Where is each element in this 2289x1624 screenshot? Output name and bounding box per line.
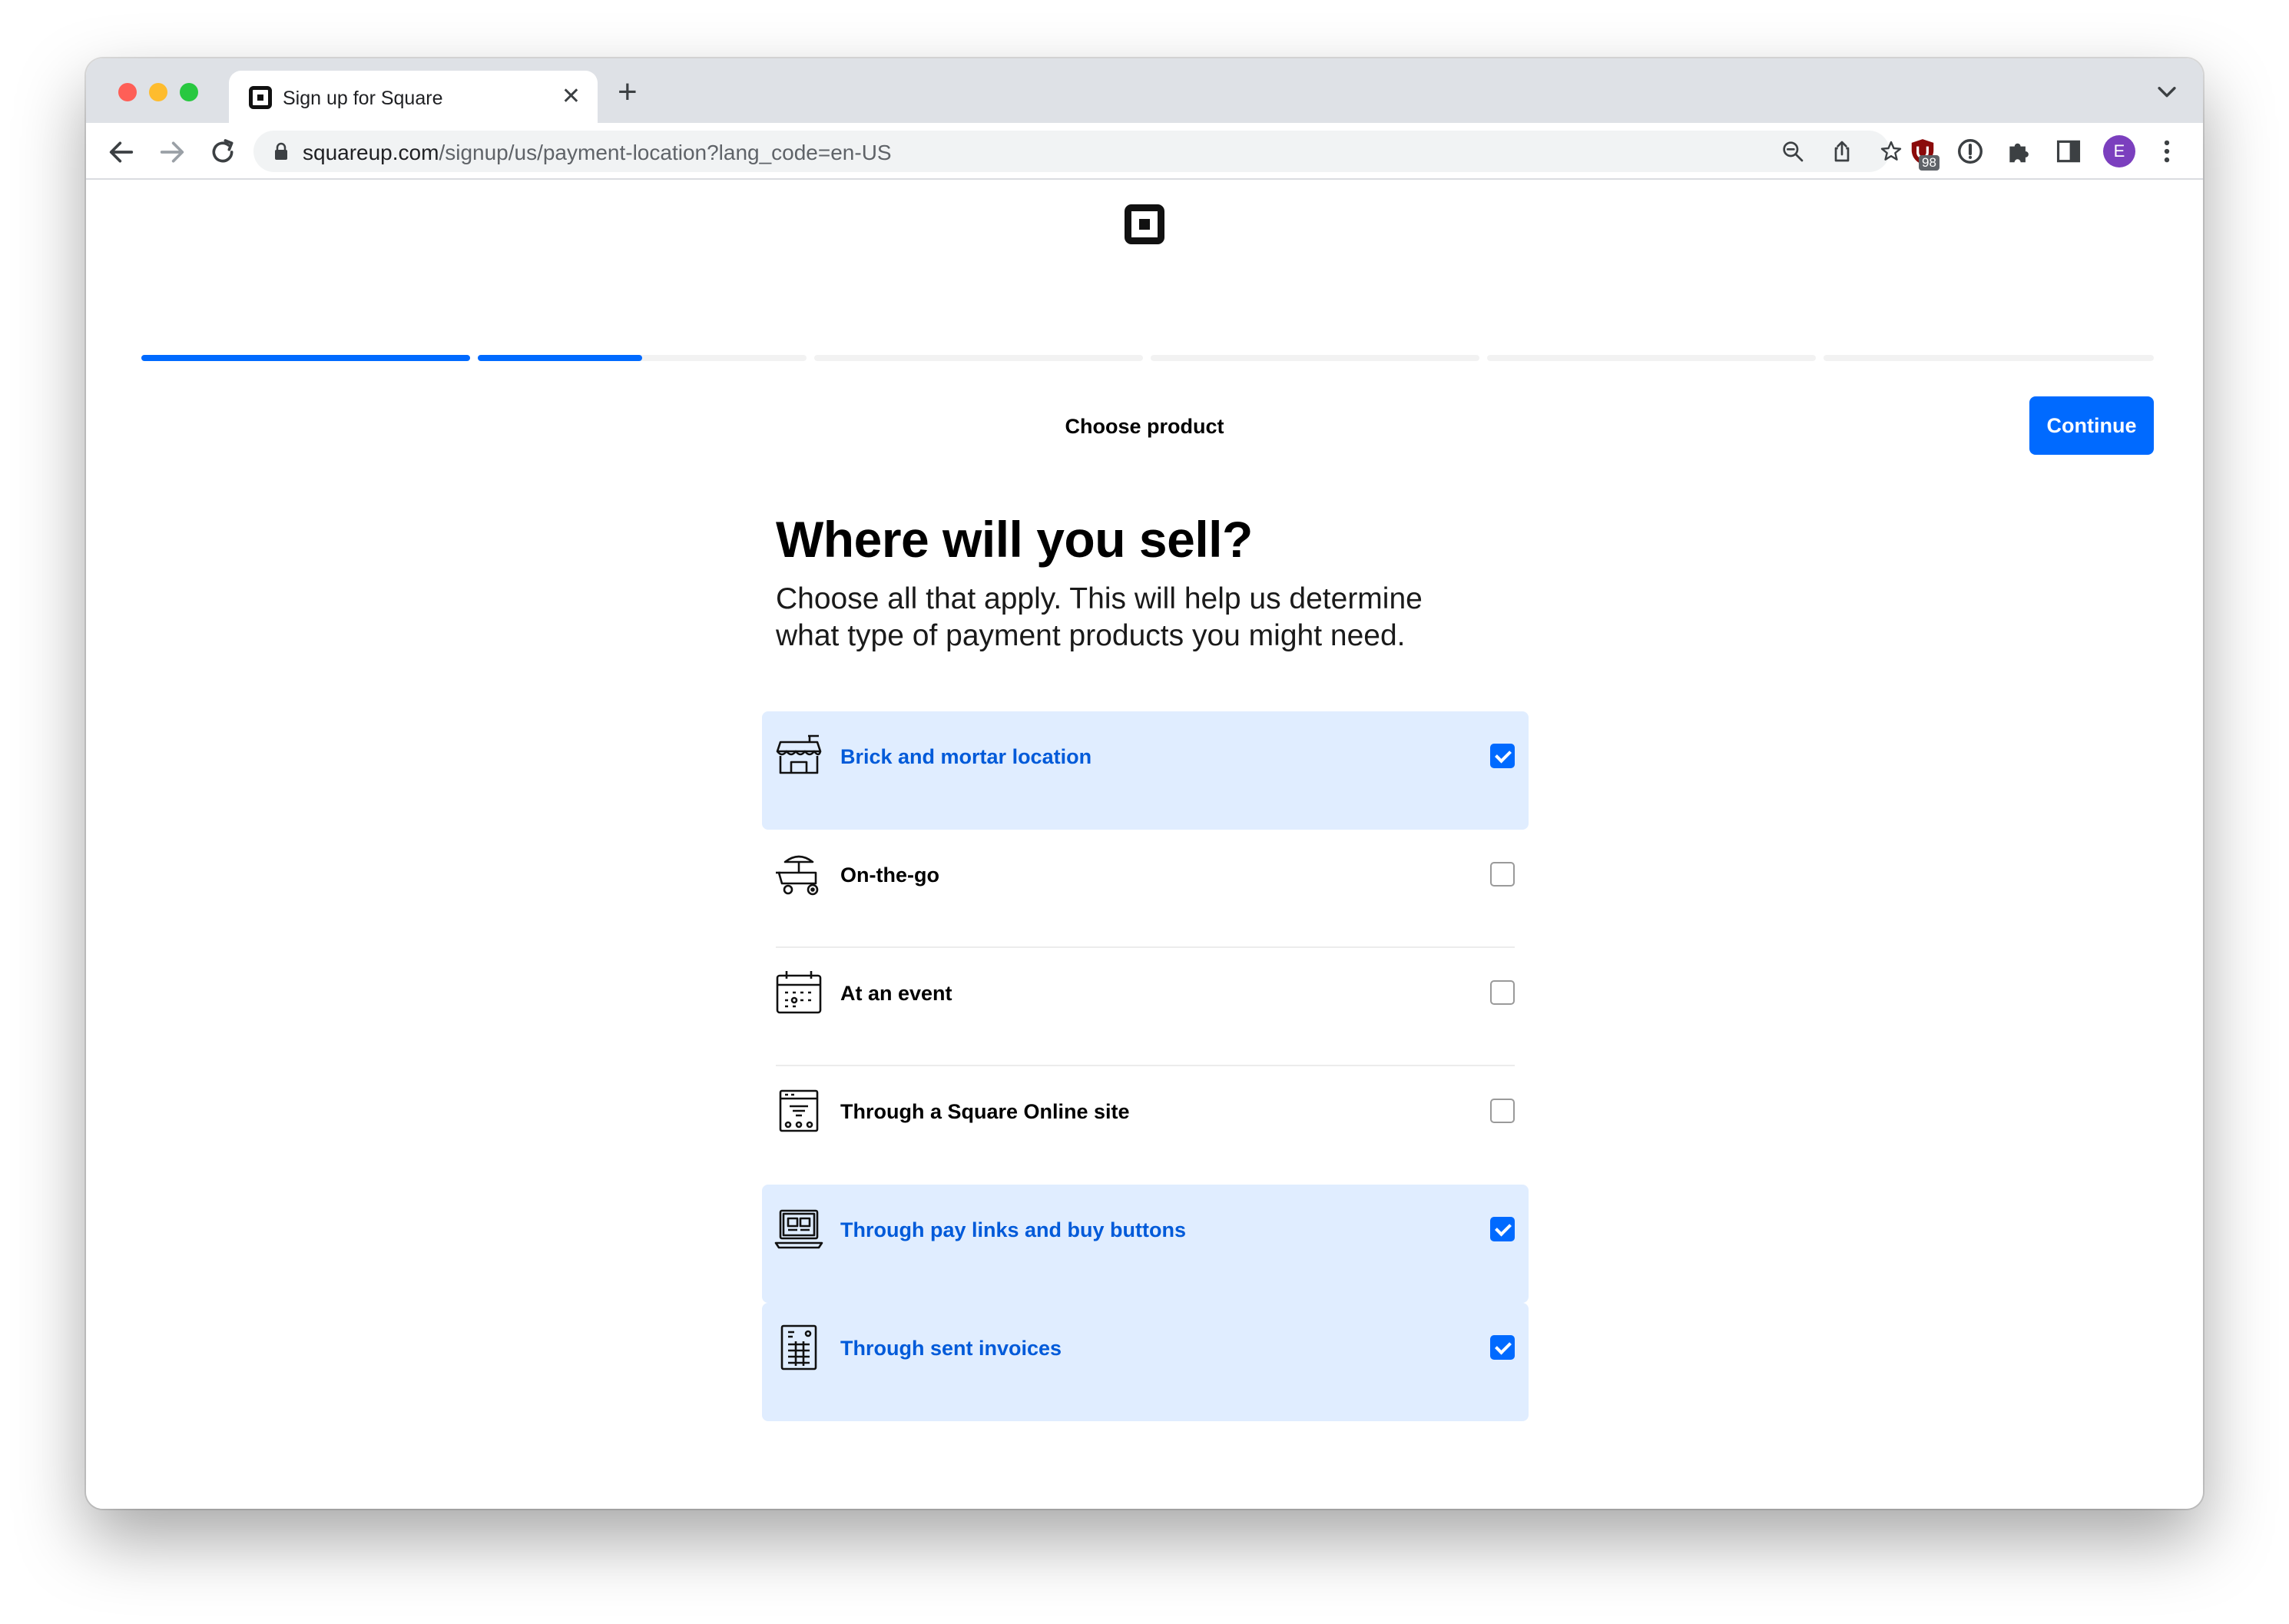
new-tab-button[interactable]: +	[618, 75, 638, 109]
sell-location-options: Brick and mortar location On-the-go At a…	[762, 711, 1529, 1421]
password-manager-icon[interactable]	[1956, 137, 1985, 166]
forward-arrow-icon[interactable]	[157, 137, 187, 167]
option-checkbox[interactable]	[1490, 862, 1515, 887]
reload-icon[interactable]	[207, 137, 238, 167]
close-window-button[interactable]	[118, 83, 137, 101]
option-checkbox[interactable]	[1490, 1335, 1515, 1360]
laptop-icon	[774, 1209, 823, 1249]
bookmark-star-icon[interactable]	[1879, 139, 1903, 164]
progress-step-3	[814, 355, 1143, 361]
more-menu-icon[interactable]	[2152, 137, 2181, 166]
option-square-online-site[interactable]: Through a Square Online site	[762, 1066, 1529, 1185]
url-path: /signup/us/payment-location?lang_code=en…	[439, 141, 892, 164]
profile-avatar[interactable]: E	[2103, 135, 2135, 167]
progress-step-6	[1824, 355, 2154, 361]
step-title: Choose product	[1065, 415, 1224, 438]
tab-close-icon[interactable]: ✕	[561, 83, 581, 111]
tab-title: Sign up for Square	[283, 88, 443, 109]
option-label: Through sent invoices	[840, 1337, 1062, 1360]
page-subtitle: Choose all that apply. This will help us…	[776, 582, 1423, 652]
progress-step-1	[141, 355, 470, 361]
option-label: At an event	[840, 982, 952, 1005]
option-checkbox[interactable]	[1490, 980, 1515, 1005]
option-pay-links-buy-buttons[interactable]: Through pay links and buy buttons	[762, 1185, 1529, 1303]
progress-step-4	[1151, 355, 1479, 361]
tab-strip: Sign up for Square ✕ +	[86, 58, 2203, 123]
zoom-icon[interactable]	[1781, 139, 1805, 164]
side-panel-icon[interactable]	[2054, 137, 2083, 166]
square-logo-icon[interactable]	[1125, 204, 1164, 244]
browser-window: Sign up for Square ✕ + squareup.com/sign…	[86, 58, 2203, 1509]
option-brick-and-mortar[interactable]: Brick and mortar location	[762, 711, 1529, 830]
browser-toolbar: squareup.com/signup/us/payment-location?…	[86, 123, 2203, 180]
page-title: Where will you sell?	[776, 511, 1253, 568]
option-label: On-the-go	[840, 863, 939, 887]
minimize-window-button[interactable]	[149, 83, 167, 101]
storefront-icon	[776, 734, 822, 774]
extension-badge: 98	[1919, 155, 1940, 171]
back-arrow-icon[interactable]	[106, 137, 137, 167]
url-host: squareup.com	[303, 141, 439, 164]
progress-step-2	[478, 355, 807, 361]
option-label: Through pay links and buy buttons	[840, 1218, 1186, 1241]
option-checkbox[interactable]	[1490, 1217, 1515, 1241]
chevron-down-icon[interactable]	[2154, 78, 2180, 104]
option-label: Brick and mortar location	[840, 745, 1092, 768]
calendar-icon	[776, 971, 822, 1014]
square-favicon-icon	[249, 86, 272, 109]
progress-step-5	[1487, 355, 1816, 361]
invoice-icon	[780, 1324, 817, 1370]
page-content: Choose product Continue Where will you s…	[86, 180, 2203, 1509]
online-store-icon	[779, 1089, 819, 1132]
lock-icon	[275, 142, 287, 160]
option-on-the-go[interactable]: On-the-go	[762, 830, 1529, 948]
option-checkbox[interactable]	[1490, 744, 1515, 768]
zoom-window-button[interactable]	[180, 83, 198, 101]
extensions-puzzle-icon[interactable]	[2005, 137, 2034, 166]
address-bar[interactable]: squareup.com/signup/us/payment-location?…	[253, 131, 1902, 172]
option-checkbox[interactable]	[1490, 1099, 1515, 1123]
share-icon[interactable]	[1830, 139, 1854, 164]
option-sent-invoices[interactable]: Through sent invoices	[762, 1303, 1529, 1421]
browser-tab[interactable]: Sign up for Square ✕	[229, 71, 598, 123]
progress-step-fill	[478, 355, 642, 361]
food-cart-icon	[776, 855, 819, 896]
progress-step-fill	[141, 355, 470, 361]
url-text: squareup.com/signup/us/payment-location?…	[303, 141, 892, 165]
continue-button[interactable]: Continue	[2029, 396, 2154, 455]
option-label: Through a Square Online site	[840, 1100, 1130, 1123]
option-at-an-event[interactable]: At an event	[762, 948, 1529, 1066]
signup-progress-bar	[141, 355, 2154, 361]
